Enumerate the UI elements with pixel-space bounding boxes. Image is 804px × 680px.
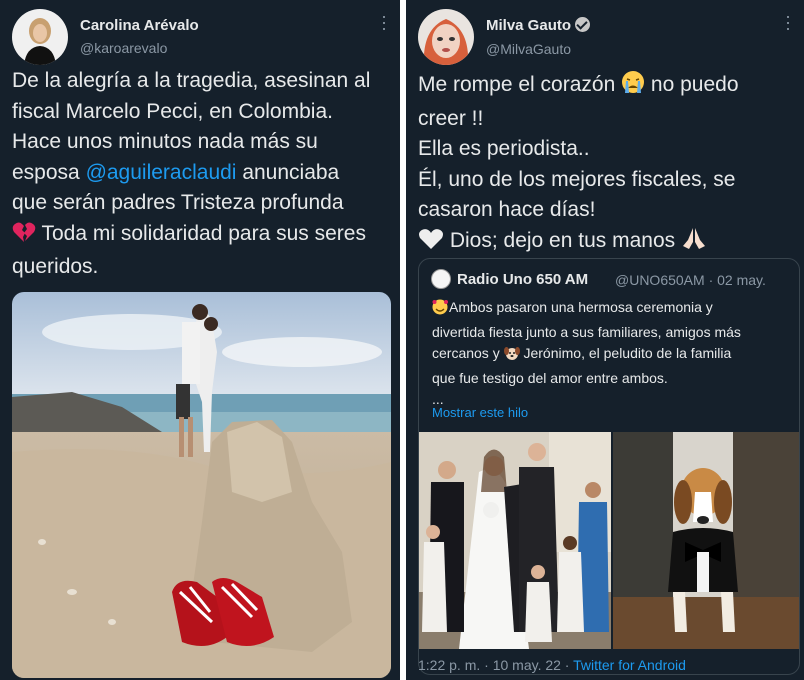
quote-text: Ambos pasaron una hermosa ceremonia y di… xyxy=(432,297,792,411)
tweet-line: Me rompe el corazón no puedo xyxy=(418,70,802,104)
tweet-line: Él, uno de los mejores fiscales, se xyxy=(418,167,736,191)
tweet-text-part: Dios; dejo en tus manos xyxy=(444,228,681,252)
tweet-line: Ella es periodista.. xyxy=(418,137,590,160)
tweet-photo[interactable] xyxy=(12,292,391,678)
quote-line: que fue testigo del amor entre ambos. xyxy=(432,369,668,386)
client-link[interactable]: Twitter for Android xyxy=(573,657,686,673)
tweet-line: fiscal Marcelo Pecci, en Colombia. xyxy=(12,99,333,123)
broken-heart-icon xyxy=(12,221,36,253)
quote-handle-date: @UNO650AM · 02 may. xyxy=(615,272,766,288)
author-name-text[interactable]: Milva Gauto xyxy=(486,17,571,34)
tweet-text: De la alegría a la tragedia, asesinan al… xyxy=(12,66,398,283)
tweet-timestamp[interactable]: 1:22 p. m. · 10 may. 22 · xyxy=(418,657,573,673)
screenshot-collage: Carolina Arévalo @karoarevalo ··· De la … xyxy=(0,0,804,680)
tweet-line: De la alegría a la tragedia, asesinan al xyxy=(12,69,371,92)
author-name[interactable]: Carolina Arévalo xyxy=(80,17,199,34)
tweet-text: Me rompe el corazón no puedo creer !! El… xyxy=(418,70,802,259)
tweet-line: creer !! xyxy=(418,106,484,130)
smiling-hearts-icon xyxy=(432,299,449,322)
quote-line: Ambos pasaron una hermosa ceremonia y xyxy=(432,297,792,322)
avatar[interactable] xyxy=(12,9,68,65)
dog-photo[interactable] xyxy=(613,432,799,649)
tweet-text-part: Me rompe el corazón xyxy=(418,73,622,96)
crying-face-icon xyxy=(621,70,645,104)
quote-line: divertida fiesta junto a sus familiares,… xyxy=(432,323,741,340)
quote-text-part: Jerónimo, el peludito de la familia xyxy=(519,345,732,361)
verified-badge-icon xyxy=(575,17,591,32)
radio-uno-logo-icon xyxy=(431,269,451,289)
tweet-line: casaron hace días! xyxy=(418,198,596,221)
tweet-text-part: Toda mi solidaridad para sus seres xyxy=(36,221,366,245)
quoted-tweet[interactable]: Radio Uno 650 AM @UNO650AM · 02 may. Amb… xyxy=(418,258,800,675)
author-handle[interactable]: @MilvaGauto xyxy=(486,41,571,57)
dog-face-icon xyxy=(503,345,520,368)
right-tweet: Milva Gauto @MilvaGauto ··· Me rompe el … xyxy=(406,0,804,680)
more-dots-icon[interactable]: ··· xyxy=(375,14,395,32)
tweet-text-part: no puedo xyxy=(645,73,739,96)
wedding-photo[interactable] xyxy=(419,432,611,649)
more-dots-icon[interactable]: ··· xyxy=(779,14,799,32)
tweet-line: Toda mi solidaridad para sus seres xyxy=(12,219,398,253)
tweet-footer: 1:22 p. m. · 10 may. 22 · Twitter for An… xyxy=(418,657,686,673)
tweet-line: Hace unos minutos nada más su xyxy=(12,130,318,153)
left-tweet: Carolina Arévalo @karoarevalo ··· De la … xyxy=(0,0,400,680)
quote-text-part: cercanos y xyxy=(432,345,504,361)
show-thread-link[interactable]: Mostrar este hilo xyxy=(432,405,528,420)
quote-text-part: Ambos pasaron una hermosa ceremonia y xyxy=(449,299,713,315)
quote-author-name[interactable]: Radio Uno 650 AM xyxy=(457,271,588,288)
author-name[interactable]: Milva Gauto xyxy=(486,17,591,34)
tweet-line: queridos. xyxy=(12,255,99,278)
quote-line: cercanos y Jerónimo, el peludito de la f… xyxy=(432,343,792,368)
author-handle[interactable]: @karoarevalo xyxy=(80,40,167,56)
tweet-text-part: anunciaba xyxy=(236,160,340,184)
mention-link[interactable]: @aguileraclaudi xyxy=(86,161,237,184)
tweet-line: esposa @aguileraclaudi anunciaba xyxy=(12,158,398,189)
tweet-text-part: esposa xyxy=(12,160,86,184)
folded-hands-icon xyxy=(681,226,707,260)
tweet-line: Dios; dejo en tus manos xyxy=(418,226,802,260)
avatar[interactable] xyxy=(418,9,474,65)
white-heart-icon xyxy=(418,228,444,260)
tweet-line: que serán padres Tristeza profunda xyxy=(12,191,344,214)
